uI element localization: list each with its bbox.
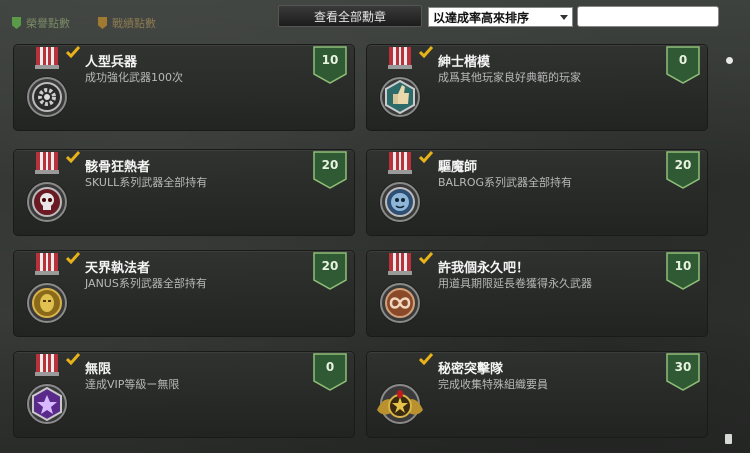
tab-label: 戰績點數 <box>112 17 156 30</box>
check-icon <box>419 252 433 264</box>
points-badge: 30 <box>665 353 701 391</box>
points-badge: 0 <box>665 46 701 84</box>
view-all-medals-button[interactable]: 查看全部勳章 <box>278 5 422 27</box>
medal-title: 許我個永久吧！ <box>438 261 530 276</box>
points-badge: 20 <box>665 151 701 189</box>
tab-battle-points[interactable]: 戰績點數 <box>98 14 156 32</box>
scrollbar[interactable] <box>724 44 732 446</box>
medal-card[interactable]: 許我個永久吧！ 用道具期限延長卷獲得永久武器 10 <box>366 250 708 337</box>
scrollbar-end <box>725 434 732 444</box>
check-icon <box>66 353 80 365</box>
shield-icon <box>98 17 107 29</box>
medal-title: 天界執法者 <box>85 261 151 276</box>
chevron-down-icon <box>560 15 568 20</box>
tab-label: 榮譽點數 <box>26 17 70 30</box>
medal-title: 骸骨狂熱者 <box>85 160 151 175</box>
check-icon <box>419 353 433 365</box>
points-badge: 0 <box>312 353 348 391</box>
medal-description: JANUS系列武器全部持有 <box>85 277 207 290</box>
points-value: 30 <box>674 360 692 374</box>
medal-card[interactable]: 骸骨狂熱者 SKULL系列武器全部持有 20 <box>13 149 355 236</box>
medal-description: BALROG系列武器全部持有 <box>438 176 573 189</box>
medal-card[interactable]: 紳士楷模 成爲其他玩家良好典範的玩家 0 <box>366 44 708 131</box>
medal-card[interactable]: 無限 達成VIP等級ー無限 0 <box>13 351 355 438</box>
check-icon <box>419 46 433 58</box>
medal-card[interactable]: 天界執法者 JANUS系列武器全部持有 20 <box>13 250 355 337</box>
check-icon <box>66 46 80 58</box>
points-value: 10 <box>674 259 692 273</box>
medal-title: 驅魔師 <box>438 160 478 175</box>
points-badge: 10 <box>312 46 348 84</box>
search-input[interactable] <box>577 6 719 27</box>
medal-title: 紳士楷模 <box>438 55 491 70</box>
medal-description: 達成VIP等級ー無限 <box>85 378 180 391</box>
medal-title: 無限 <box>85 362 112 377</box>
medal-title: 人型兵器 <box>85 55 138 70</box>
medal-description: SKULL系列武器全部持有 <box>85 176 208 189</box>
scrollbar-thumb[interactable] <box>726 57 733 64</box>
medal-card[interactable]: 人型兵器 成功強化武器100次 10 <box>13 44 355 131</box>
medal-description: 完成收集特殊組織要員 <box>438 378 548 391</box>
points-value: 0 <box>678 53 688 67</box>
sort-selected-value: 以達成率高來排序 <box>433 10 530 25</box>
points-badge: 10 <box>665 252 701 290</box>
medal-description: 成爲其他玩家良好典範的玩家 <box>438 71 581 84</box>
tab-honor-points[interactable]: 榮譽點數 <box>12 14 70 32</box>
points-value: 20 <box>321 158 339 172</box>
medal-card[interactable]: 驅魔師 BALROG系列武器全部持有 20 <box>366 149 708 236</box>
medal-card[interactable]: 秘密突擊隊 完成收集特殊組織要員 30 <box>366 351 708 438</box>
shield-icon <box>12 17 21 29</box>
sort-select[interactable]: 以達成率高來排序 <box>428 7 573 27</box>
check-icon <box>419 151 433 163</box>
points-badge: 20 <box>312 252 348 290</box>
points-value: 0 <box>325 360 335 374</box>
points-value: 20 <box>321 259 339 273</box>
medal-title: 秘密突擊隊 <box>438 362 504 377</box>
points-value: 20 <box>674 158 692 172</box>
points-badge: 20 <box>312 151 348 189</box>
check-icon <box>66 151 80 163</box>
points-value: 10 <box>321 53 339 67</box>
medal-description: 用道具期限延長卷獲得永久武器 <box>438 277 592 290</box>
medal-description: 成功強化武器100次 <box>85 71 183 84</box>
check-icon <box>66 252 80 264</box>
